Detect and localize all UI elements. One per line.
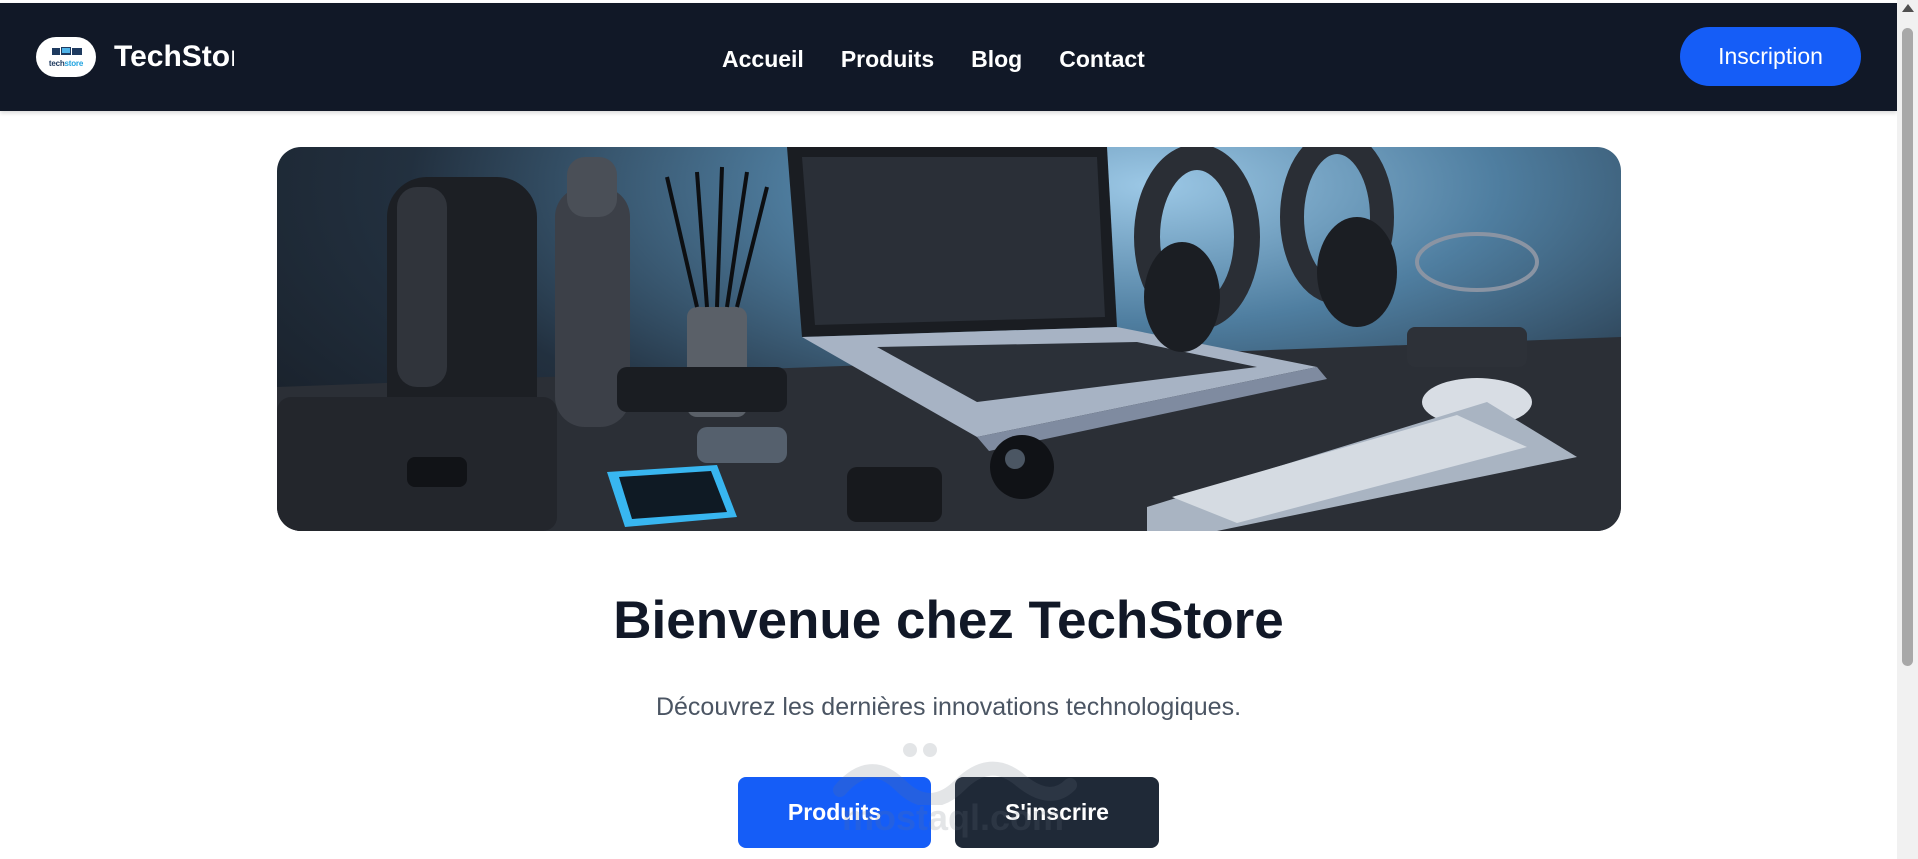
top-navbar: techstore TechStore Accueil Produits Blo…	[0, 3, 1897, 111]
scroll-thumb[interactable]	[1902, 28, 1913, 666]
page-scrollbar[interactable]	[1897, 0, 1918, 859]
logo-wordmark: techstore	[48, 59, 84, 68]
nav-link-blog[interactable]: Blog	[971, 45, 1022, 73]
devices-icon	[52, 47, 82, 55]
nav-link-produits[interactable]: Produits	[841, 45, 934, 73]
register-button[interactable]: S'inscrire	[955, 777, 1159, 848]
site-logo[interactable]: techstore	[36, 37, 96, 77]
tech-devices-illustration	[277, 147, 1621, 531]
page-subtitle: Découvrez les dernières innovations tech…	[655, 693, 1242, 721]
hero-banner-image	[277, 147, 1621, 531]
signup-button[interactable]: Inscription	[1680, 27, 1861, 86]
page-title: Bienvenue chez TechStore	[613, 591, 1284, 650]
scroll-up-arrow-icon[interactable]	[1902, 4, 1914, 12]
nav-link-contact[interactable]: Contact	[1059, 45, 1145, 73]
main-nav: Accueil Produits Blog Contact	[722, 45, 1145, 73]
brand-name[interactable]: TechStore	[114, 39, 234, 75]
nav-link-accueil[interactable]: Accueil	[722, 45, 804, 73]
products-button[interactable]: Produits	[738, 777, 931, 848]
